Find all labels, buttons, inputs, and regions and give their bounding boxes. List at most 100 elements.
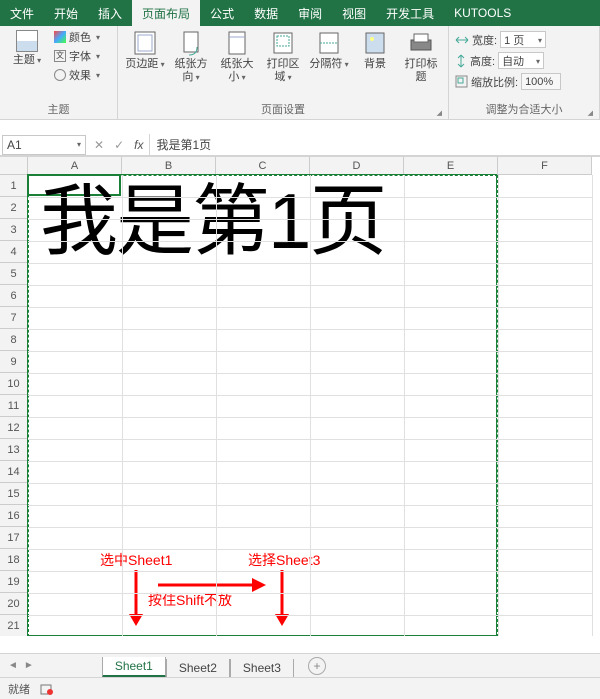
tab-开发工具[interactable]: 开发工具: [376, 0, 444, 26]
tab-公式[interactable]: 公式: [200, 0, 244, 26]
scale-height-row: 高度: 自动: [453, 51, 563, 70]
print-area-button[interactable]: 打印区域 ▾: [260, 28, 306, 84]
row-header-20[interactable]: 20: [0, 593, 28, 615]
row-header-4[interactable]: 4: [0, 241, 28, 263]
width-label: 宽度:: [472, 32, 497, 48]
group-scale-to-fit: 宽度: 1 页 高度: 自动 缩放比例: 100% 调整为合适大小: [449, 26, 600, 119]
col-header-D[interactable]: D: [310, 157, 404, 175]
themes-label: 主题: [13, 54, 35, 66]
scale-label: 缩放比例:: [471, 74, 518, 90]
row-header-16[interactable]: 16: [0, 505, 28, 527]
gridline-h: [28, 329, 592, 330]
font-icon: 文: [54, 50, 66, 62]
sheet-tab-Sheet2[interactable]: Sheet2: [166, 659, 230, 678]
name-box-value: A1: [7, 138, 22, 152]
gridline-h: [28, 461, 592, 462]
cancel-icon[interactable]: ✕: [94, 138, 104, 152]
tab-插入[interactable]: 插入: [88, 0, 132, 26]
scale-icon: [455, 75, 468, 88]
row-header-2[interactable]: 2: [0, 197, 28, 219]
height-label: 高度:: [470, 53, 495, 69]
row-header-17[interactable]: 17: [0, 527, 28, 549]
row-header-15[interactable]: 15: [0, 483, 28, 505]
col-header-F[interactable]: F: [498, 157, 592, 175]
tab-KUTOOLS[interactable]: KUTOOLS: [444, 0, 521, 26]
theme-fonts-button[interactable]: 文字体: [52, 47, 102, 65]
gridline-h: [28, 615, 592, 616]
height-select[interactable]: 自动: [498, 52, 544, 69]
row-header-21[interactable]: 21: [0, 615, 28, 636]
sheet-tabs: Sheet1Sheet2Sheet3: [102, 654, 294, 677]
row-header-14[interactable]: 14: [0, 461, 28, 483]
new-sheet-button[interactable]: +: [308, 657, 326, 675]
macro-record-icon[interactable]: [40, 682, 54, 696]
gridline-h: [28, 439, 592, 440]
row-header-13[interactable]: 13: [0, 439, 28, 461]
row-header-7[interactable]: 7: [0, 307, 28, 329]
row-header-19[interactable]: 19: [0, 571, 28, 593]
row-header-9[interactable]: 9: [0, 351, 28, 373]
background-icon: [362, 30, 388, 56]
breaks-button[interactable]: 分隔符 ▾: [306, 28, 352, 71]
tab-文件[interactable]: 文件: [0, 0, 44, 26]
sheet-nav-next[interactable]: ►: [24, 660, 34, 671]
formula-input[interactable]: 我是第1页: [149, 134, 600, 155]
margins-button[interactable]: 页边距 ▾: [122, 28, 168, 71]
scale-input[interactable]: 100%: [521, 73, 561, 90]
row-header-1[interactable]: 1: [0, 175, 28, 197]
group-label-scale[interactable]: 调整为合适大小: [453, 99, 595, 119]
gridline-h: [28, 549, 592, 550]
theme-effects-button[interactable]: 效果: [52, 66, 102, 84]
col-header-B[interactable]: B: [122, 157, 216, 175]
row-header-12[interactable]: 12: [0, 417, 28, 439]
gridline-h: [28, 483, 592, 484]
fx-button[interactable]: fx: [134, 138, 143, 152]
enter-icon[interactable]: ✓: [114, 138, 124, 152]
effect-icon: [54, 69, 66, 81]
column-headers: ABCDEF: [28, 157, 600, 175]
size-button[interactable]: 纸张大小 ▾: [214, 28, 260, 84]
gridline-v: [592, 175, 593, 636]
print-titles-button[interactable]: 打印标题: [398, 28, 444, 84]
sheet-tab-Sheet3[interactable]: Sheet3: [230, 659, 294, 678]
size-icon: [224, 30, 250, 56]
sheet-tab-bar: ◄ ► Sheet1Sheet2Sheet3 +: [0, 653, 600, 677]
gridline-h: [28, 351, 592, 352]
row-header-10[interactable]: 10: [0, 373, 28, 395]
col-header-E[interactable]: E: [404, 157, 498, 175]
orientation-icon: [178, 30, 204, 56]
tab-数据[interactable]: 数据: [244, 0, 288, 26]
select-all-corner[interactable]: [0, 157, 28, 175]
col-header-C[interactable]: C: [216, 157, 310, 175]
tab-视图[interactable]: 视图: [332, 0, 376, 26]
row-header-8[interactable]: 8: [0, 329, 28, 351]
gridline-h: [28, 593, 592, 594]
gridline-h: [28, 219, 592, 220]
group-label-page-setup[interactable]: 页面设置: [122, 99, 444, 119]
row-header-5[interactable]: 5: [0, 263, 28, 285]
sheet-nav-prev[interactable]: ◄: [8, 660, 18, 671]
background-label: 背景: [364, 58, 386, 70]
background-button[interactable]: 背景: [352, 28, 398, 71]
theme-colors-button[interactable]: 颜色: [52, 28, 102, 46]
sheet-tab-Sheet1[interactable]: Sheet1: [102, 657, 166, 678]
row-header-18[interactable]: 18: [0, 549, 28, 571]
row-header-6[interactable]: 6: [0, 285, 28, 307]
size-label: 纸张大小: [221, 58, 254, 83]
row-header-3[interactable]: 3: [0, 219, 28, 241]
width-value: 1 页: [504, 32, 524, 48]
gridline-v: [310, 175, 311, 636]
row-header-11[interactable]: 11: [0, 395, 28, 417]
arrow-down-1: [126, 570, 146, 628]
themes-button[interactable]: 主题 ▾: [4, 28, 50, 67]
name-box[interactable]: A1▾: [2, 135, 86, 155]
gridline-h: [28, 285, 592, 286]
scale-value: 100%: [525, 76, 553, 88]
orientation-button[interactable]: 纸张方向 ▾: [168, 28, 214, 84]
col-header-A[interactable]: A: [28, 157, 122, 175]
width-select[interactable]: 1 页: [500, 31, 546, 48]
tab-开始[interactable]: 开始: [44, 0, 88, 26]
row-headers: 123456789101112131415161718192021: [0, 175, 28, 636]
tab-审阅[interactable]: 审阅: [288, 0, 332, 26]
tab-页面布局[interactable]: 页面布局: [132, 0, 200, 26]
